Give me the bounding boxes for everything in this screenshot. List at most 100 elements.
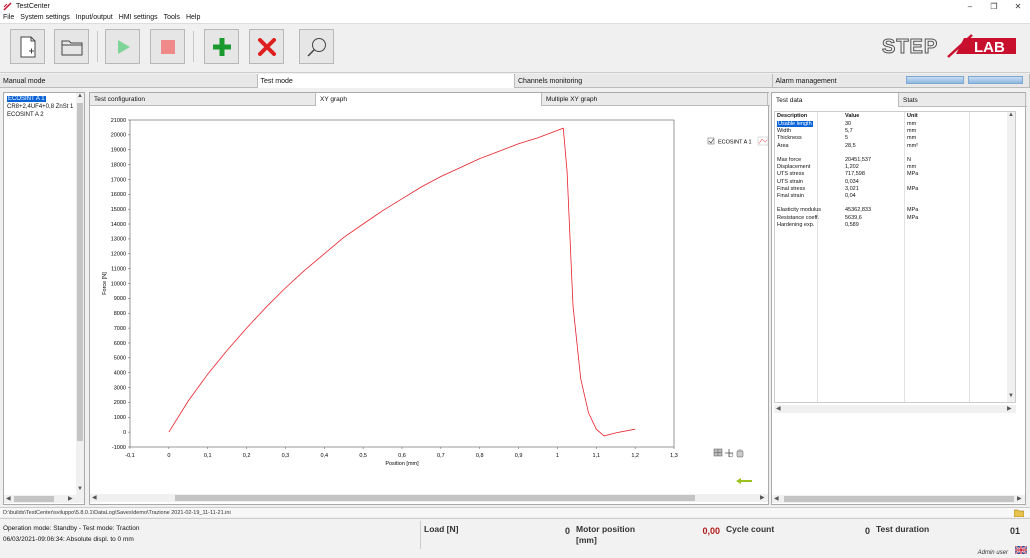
y-axis-ticks: -1000 0 1000 2000 3000 4000 5000 6000 7000 8000 90… bbox=[111, 118, 130, 451]
motor-position-label-line1: Motor position bbox=[576, 524, 636, 534]
tree-item-ecosint-a2[interactable]: ECOSINT A 2 bbox=[7, 112, 44, 118]
legend-swatch bbox=[757, 136, 768, 146]
x-tick-label: 0,7 bbox=[437, 453, 445, 459]
scroll-thumb[interactable] bbox=[77, 103, 83, 441]
table-row[interactable]: UTS stress 717,598 MPa bbox=[775, 171, 1015, 178]
menu-system-settings[interactable]: System settings bbox=[20, 14, 69, 21]
magnifier-icon bbox=[306, 37, 326, 57]
scroll-left-arrow[interactable]: ◀ bbox=[92, 494, 97, 501]
tab-stats[interactable]: Stats bbox=[899, 93, 1026, 107]
scroll-left-arrow[interactable]: ◀ bbox=[776, 405, 781, 412]
new-file-button[interactable] bbox=[10, 29, 45, 64]
menu-file[interactable]: File bbox=[3, 14, 14, 21]
scroll-right-arrow[interactable]: ▶ bbox=[1017, 495, 1022, 502]
table-row[interactable]: Thickness 5 mm bbox=[775, 135, 1015, 142]
grid-zoom-icon[interactable] bbox=[713, 448, 723, 457]
cell-unit: MPa bbox=[907, 185, 919, 192]
tree-item-cr8[interactable]: CR8+2,4UF4+0,8 ZnSt 1 bbox=[7, 104, 73, 110]
start-button[interactable] bbox=[105, 29, 140, 64]
window-title: TestCenter bbox=[16, 2, 50, 10]
panel-horizontal-scrollbar[interactable]: ◀ ▶ bbox=[772, 495, 1025, 503]
last-event-text: 06/03/2021-09:06:34: Absolute displ. to … bbox=[3, 536, 134, 543]
user-label: Admin user bbox=[977, 550, 1008, 556]
app-window: TestCenter – ❐ ✕ File System settings In… bbox=[0, 0, 1030, 558]
table-row[interactable]: Final stress 3,021 MPa bbox=[775, 186, 1015, 193]
cell-description: Width bbox=[777, 128, 792, 135]
table-row[interactable]: Displacement 1,202 mm bbox=[775, 164, 1015, 171]
back-arrow-icon[interactable] bbox=[736, 478, 752, 484]
y-tick-label: 10000 bbox=[111, 281, 126, 287]
cell-description: Final strain bbox=[777, 193, 804, 199]
toolbar-separator bbox=[97, 31, 98, 62]
title-bar: TestCenter – ❐ ✕ bbox=[0, 0, 1030, 12]
table-row[interactable]: Width 5,7 mm bbox=[775, 128, 1015, 135]
scroll-right-arrow[interactable]: ▶ bbox=[68, 495, 73, 502]
menu-tools[interactable]: Tools bbox=[164, 14, 180, 21]
tab-multiple-xy-graph[interactable]: Multiple XY graph bbox=[542, 93, 768, 106]
table-row[interactable]: Usable length 30 mm bbox=[775, 121, 1015, 128]
legend-label: ECOSINT A 1 bbox=[718, 140, 752, 146]
scroll-thumb[interactable] bbox=[14, 496, 54, 502]
tree-vertical-scrollbar[interactable]: ▲ ▼ bbox=[76, 93, 84, 495]
cell-unit: N bbox=[907, 157, 911, 163]
table-row[interactable]: Max force 20451,537 N bbox=[775, 157, 1015, 164]
scroll-right-arrow[interactable]: ▶ bbox=[760, 494, 765, 501]
header-description: Description bbox=[777, 113, 808, 119]
table-row[interactable]: UTS strain 0,034 bbox=[775, 179, 1015, 186]
tab-xy-graph[interactable]: XY graph bbox=[316, 93, 542, 106]
test-tree: ECOSINT A 1 CR8+2,4UF4+0,8 ZnSt 1 ECOSIN… bbox=[3, 92, 85, 505]
xy-chart[interactable]: -1000 0 1000 2000 3000 4000 5000 6000 7000 8000 90… bbox=[90, 106, 768, 494]
x-tick-label: 0,9 bbox=[515, 453, 523, 459]
x-tick-label: 0,1 bbox=[204, 453, 212, 459]
table-row[interactable] bbox=[775, 150, 1015, 157]
delete-button[interactable] bbox=[249, 29, 284, 64]
menu-help[interactable]: Help bbox=[186, 14, 200, 21]
tree-item-ecosint-a1[interactable]: ECOSINT A 1 bbox=[7, 96, 46, 102]
pan-zoom-icon[interactable] bbox=[725, 449, 734, 458]
hand-cursor-icon[interactable] bbox=[736, 449, 744, 458]
open-folder-button[interactable] bbox=[54, 29, 89, 64]
tree-horizontal-scrollbar[interactable]: ◀ ▶ bbox=[4, 495, 84, 503]
close-button[interactable]: ✕ bbox=[1006, 0, 1030, 12]
scroll-up-arrow[interactable]: ▲ bbox=[77, 93, 83, 99]
scroll-right-arrow[interactable]: ▶ bbox=[1007, 405, 1012, 412]
table-row[interactable]: Resistance coeff. 5639,6 MPa bbox=[775, 215, 1015, 222]
tab-manual-mode[interactable]: Manual mode bbox=[0, 74, 258, 88]
table-row[interactable] bbox=[775, 200, 1015, 207]
cell-value: 717,598 bbox=[845, 171, 865, 178]
maximize-button[interactable]: ❐ bbox=[982, 0, 1006, 12]
table-row[interactable]: Elasticity modulus 45362,833 MPa bbox=[775, 207, 1015, 214]
scroll-thumb[interactable] bbox=[175, 495, 695, 501]
x-tick-label: 0,3 bbox=[282, 453, 290, 459]
cell-description: Resistance coeff. bbox=[777, 214, 820, 221]
table-row[interactable]: Area 28,5 mm² bbox=[775, 143, 1015, 150]
scroll-left-arrow[interactable]: ◀ bbox=[6, 495, 11, 502]
add-button[interactable] bbox=[204, 29, 239, 64]
stop-button[interactable] bbox=[150, 29, 185, 64]
menu-input-output[interactable]: Input/output bbox=[76, 14, 113, 21]
scroll-thumb[interactable] bbox=[784, 496, 1014, 502]
tab-test-mode[interactable]: Test mode bbox=[257, 74, 515, 88]
graph-horizontal-scrollbar[interactable]: ◀ ▶ bbox=[90, 494, 768, 502]
graph-tools bbox=[713, 448, 744, 458]
search-button[interactable] bbox=[299, 29, 334, 64]
x-tick-label: 0,4 bbox=[320, 453, 328, 459]
grid-vertical-scrollbar[interactable]: ▲ ▼ bbox=[1007, 112, 1015, 402]
data-tabs: Test data Stats bbox=[772, 93, 1027, 107]
table-row[interactable]: Hardening exp. 0,589 bbox=[775, 222, 1015, 229]
tab-test-data[interactable]: Test data bbox=[772, 93, 899, 107]
plot-area bbox=[129, 119, 675, 448]
tab-channels-monitoring[interactable]: Channels monitoring bbox=[515, 74, 773, 88]
grid-horizontal-scrollbar[interactable]: ◀ ▶ bbox=[774, 405, 1016, 413]
scroll-down-arrow[interactable]: ▼ bbox=[77, 486, 83, 492]
uk-flag-icon[interactable] bbox=[1014, 545, 1028, 556]
menu-hmi-settings[interactable]: HMI settings bbox=[119, 14, 158, 21]
scroll-up-arrow[interactable]: ▲ bbox=[1008, 112, 1014, 118]
tab-test-configuration[interactable]: Test configuration bbox=[90, 93, 316, 106]
scroll-left-arrow[interactable]: ◀ bbox=[774, 495, 779, 502]
table-row[interactable]: Final strain 0,04 bbox=[775, 193, 1015, 200]
cycle-count-value: 0 bbox=[864, 526, 870, 536]
test-duration-value: 01 bbox=[1009, 526, 1020, 536]
minimize-button[interactable]: – bbox=[958, 0, 982, 12]
scroll-down-arrow[interactable]: ▼ bbox=[1008, 393, 1014, 399]
